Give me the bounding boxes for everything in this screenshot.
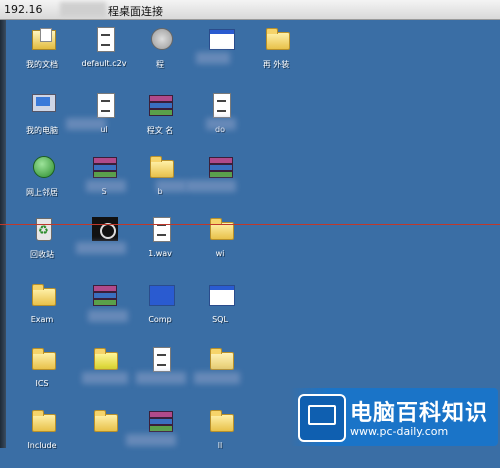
remote-desktop-titlebar[interactable]: 192.16 程桌面连接 bbox=[0, 0, 500, 20]
title-text: 程桌面连接 bbox=[108, 5, 163, 18]
folder-icon bbox=[30, 282, 56, 308]
redacted-label bbox=[82, 372, 128, 384]
desktop-icon-rar-r2c3[interactable]: 程文 名 bbox=[130, 92, 190, 152]
folder-icon bbox=[208, 408, 234, 434]
network-icon bbox=[30, 154, 56, 180]
redacted-label bbox=[88, 310, 128, 322]
archive-icon bbox=[92, 282, 118, 308]
redacted-label bbox=[126, 434, 176, 446]
redacted-label bbox=[186, 180, 236, 192]
recycle-bin-icon bbox=[30, 216, 56, 242]
my-documents-icon bbox=[30, 26, 56, 52]
desktop-icon-comp[interactable]: Comp bbox=[130, 282, 190, 342]
folder-icon bbox=[92, 408, 118, 434]
monitor-logo-icon bbox=[298, 394, 346, 442]
document-icon bbox=[208, 92, 234, 118]
folder-icon bbox=[208, 346, 234, 372]
document-icon bbox=[92, 92, 118, 118]
icon-label: Exam bbox=[30, 315, 54, 324]
logo-url: www.pc-daily.com bbox=[350, 425, 449, 438]
archive-icon bbox=[148, 92, 174, 118]
window-icon bbox=[208, 26, 235, 52]
redacted-label bbox=[76, 242, 126, 254]
document-icon bbox=[92, 26, 118, 52]
logo-name: 电脑百科知识 bbox=[350, 401, 489, 426]
icon-label: 程 bbox=[156, 60, 164, 69]
desktop-icon-ics[interactable]: ICS bbox=[12, 346, 72, 406]
desktop-icon-folder-r7c2[interactable] bbox=[74, 408, 134, 468]
redacted-label bbox=[196, 52, 230, 64]
app-icon bbox=[92, 346, 118, 372]
red-guide-line bbox=[0, 224, 500, 225]
app-icon bbox=[148, 282, 175, 308]
site-logo: 电脑百科知识 www.pc-daily.com bbox=[290, 388, 498, 446]
audio-file-icon bbox=[148, 216, 174, 242]
icon-label: Include bbox=[27, 441, 57, 450]
folder-icon bbox=[264, 26, 290, 52]
redacted-label bbox=[194, 372, 240, 384]
redacted-label bbox=[156, 180, 186, 192]
image-icon bbox=[92, 216, 118, 242]
folder-icon bbox=[30, 346, 56, 372]
redacted-label bbox=[86, 180, 126, 192]
title-redacted bbox=[60, 2, 106, 17]
redacted-label bbox=[136, 372, 186, 384]
window-icon bbox=[208, 282, 235, 308]
desktop-icon-sql[interactable]: SQL bbox=[190, 282, 250, 342]
desktop-icon-folder-r1c5[interactable]: 再 外装 bbox=[246, 26, 306, 86]
desktop-icon-exam[interactable]: Exam bbox=[12, 282, 72, 342]
folder-icon bbox=[30, 408, 56, 434]
desktop-icon-wav-file[interactable]: 1.wav bbox=[130, 216, 190, 276]
folder-icon bbox=[148, 154, 174, 180]
icon-label: wi bbox=[215, 249, 225, 258]
archive-icon bbox=[92, 154, 118, 180]
folder-icon bbox=[208, 216, 234, 242]
desktop-icon-my-computer[interactable]: 我的电脑 bbox=[12, 92, 72, 152]
desktop-area[interactable]: 我的文档 我的电脑 网上邻居 回收站 Exam ICS Include defa… bbox=[6, 20, 500, 450]
app-icon bbox=[148, 26, 174, 52]
desktop-icon-app-r1c3[interactable]: 程 bbox=[130, 26, 190, 86]
redacted-label bbox=[206, 118, 236, 130]
icon-label: 回收站 bbox=[30, 250, 54, 259]
computer-icon bbox=[30, 92, 56, 118]
desktop-icon-network[interactable]: 网上邻居 bbox=[12, 154, 72, 214]
icon-label: 再 外装 bbox=[262, 60, 290, 69]
desktop-icon-folder-r4c4[interactable]: wi bbox=[190, 216, 250, 276]
icon-label: SQL bbox=[212, 315, 228, 324]
desktop-icon-my-documents[interactable]: 我的文档 bbox=[12, 26, 72, 86]
icon-label: ICS bbox=[35, 379, 49, 388]
desktop-icon-default-c2v[interactable]: default.c2v bbox=[74, 26, 134, 86]
redacted-label bbox=[66, 118, 106, 130]
desktop-icon-folder-r7c4[interactable]: ll bbox=[190, 408, 250, 468]
desktop-icon-recycle-bin[interactable]: 回收站 bbox=[12, 216, 72, 276]
archive-icon bbox=[148, 408, 174, 434]
document-icon bbox=[148, 346, 174, 372]
archive-icon bbox=[208, 154, 234, 180]
title-ip: 192.16 bbox=[4, 3, 43, 16]
icon-label: ll bbox=[217, 441, 223, 450]
desktop-icon-include[interactable]: Include bbox=[12, 408, 72, 468]
